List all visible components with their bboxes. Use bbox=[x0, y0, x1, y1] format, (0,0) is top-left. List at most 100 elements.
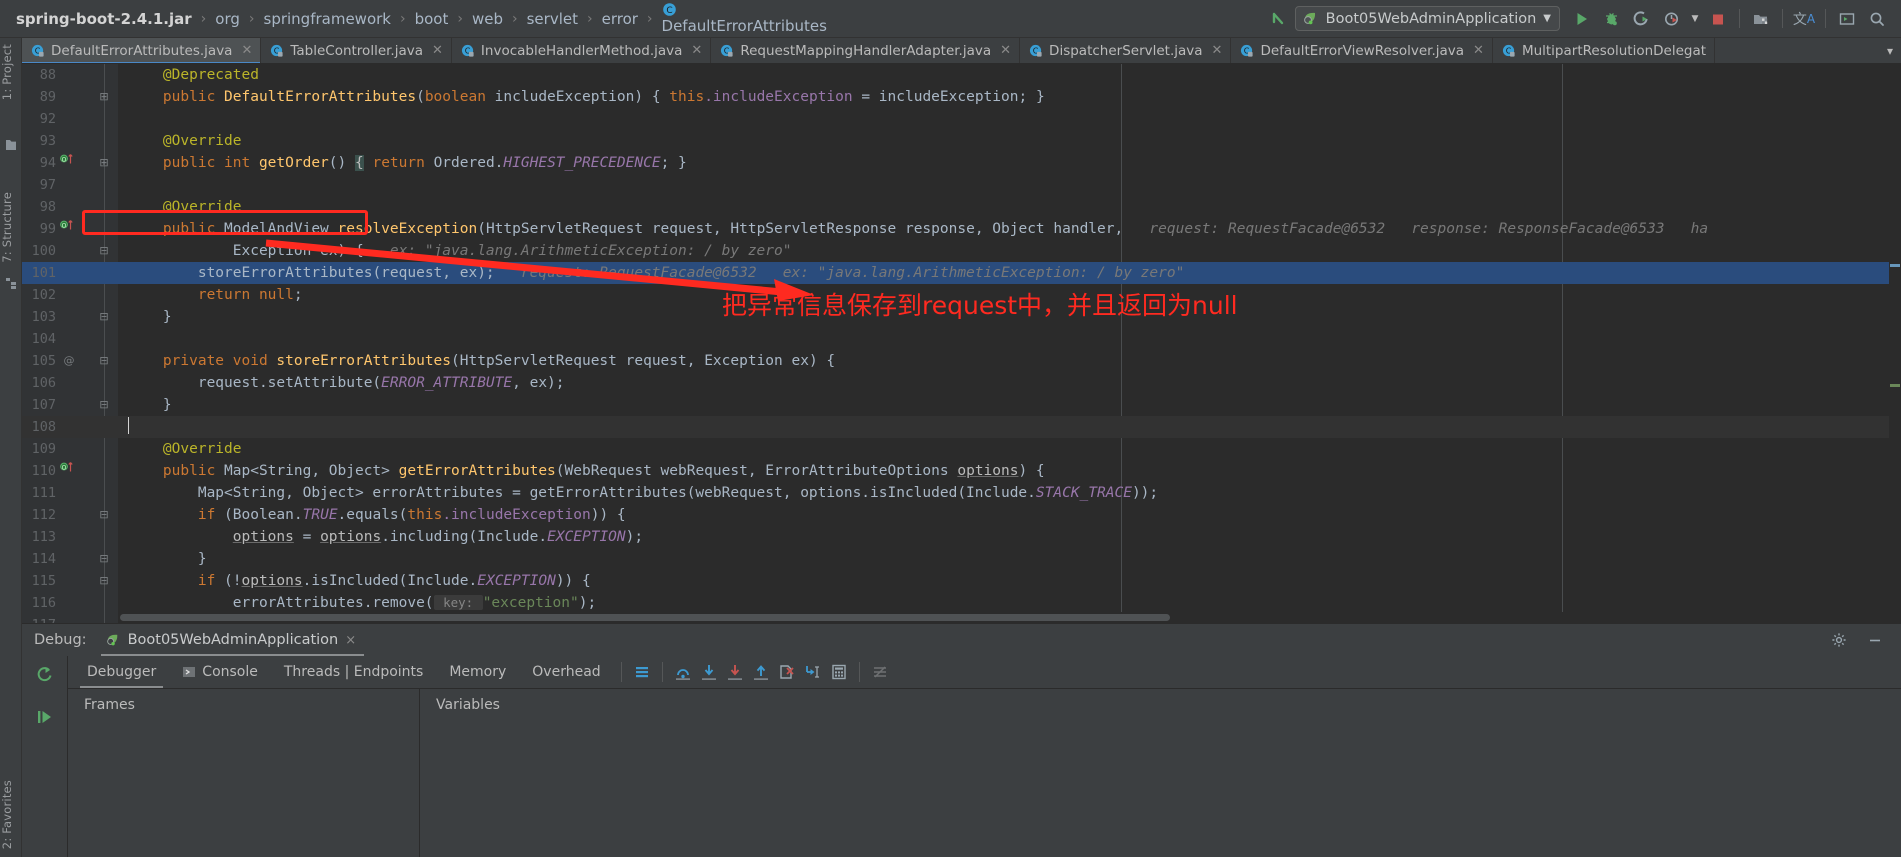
editor-tab-defaulterrorattributes-java[interactable]: C DefaultErrorAttributes.java ✕ bbox=[22, 38, 262, 63]
code-line[interactable] bbox=[118, 174, 1901, 196]
sidebar-item-project[interactable]: 1: Project bbox=[0, 42, 22, 102]
code-line[interactable] bbox=[118, 108, 1901, 130]
gutter-row[interactable]: 113 bbox=[22, 526, 118, 548]
gutter-row[interactable]: 112 ⊟ bbox=[22, 504, 118, 526]
code-line[interactable]: } bbox=[118, 548, 1901, 570]
resume-program-icon[interactable] bbox=[31, 704, 59, 730]
override-marker-icon[interactable]: O bbox=[60, 460, 78, 473]
breadcrumb-item-springframework[interactable]: springframework bbox=[262, 10, 393, 28]
code-line[interactable]: @Override bbox=[118, 438, 1901, 460]
chevron-down-icon[interactable]: ▼ bbox=[1543, 13, 1551, 24]
close-icon[interactable]: ✕ bbox=[1000, 43, 1011, 58]
code-line[interactable]: @Deprecated bbox=[118, 64, 1901, 86]
debug-tab-memory[interactable]: Memory bbox=[436, 656, 519, 688]
force-step-into-button[interactable] bbox=[722, 660, 748, 684]
run-to-cursor-button[interactable] bbox=[800, 660, 826, 684]
gutter-row[interactable]: 105 @ ⊟ bbox=[22, 350, 118, 372]
code-line[interactable] bbox=[118, 328, 1901, 350]
profiler-button[interactable] bbox=[1658, 6, 1686, 32]
close-icon[interactable]: ✕ bbox=[1212, 43, 1223, 58]
gutter-row[interactable]: 89 ⊞ bbox=[22, 86, 118, 108]
structure-icon[interactable] bbox=[4, 276, 18, 290]
code-line[interactable]: options = options.including(Include.EXCE… bbox=[118, 526, 1901, 548]
close-icon[interactable]: ✕ bbox=[1473, 43, 1484, 58]
debug-session-tab[interactable]: Boot05WebAdminApplication × bbox=[100, 625, 365, 656]
translate-icon[interactable]: 文A bbox=[1790, 6, 1818, 32]
code-line[interactable]: Exception ex) { ex: "java.lang.Arithmeti… bbox=[118, 240, 1901, 262]
sidebar-item-structure[interactable]: 7: Structure bbox=[0, 190, 22, 265]
debug-tab-threads-endpoints[interactable]: Threads | Endpoints bbox=[271, 656, 436, 688]
gutter-row[interactable]: 104 bbox=[22, 328, 118, 350]
code-fold-toggle[interactable]: ⊟ bbox=[96, 548, 112, 570]
gear-icon[interactable] bbox=[1825, 627, 1853, 653]
rerun-icon[interactable] bbox=[31, 662, 59, 688]
editor-horizontal-scrollbar[interactable] bbox=[118, 612, 1901, 623]
mute-breakpoints-button[interactable] bbox=[867, 660, 893, 684]
build-project-button[interactable] bbox=[1747, 6, 1775, 32]
breadcrumb-item-boot[interactable]: boot bbox=[413, 10, 451, 28]
code-fold-toggle[interactable]: ⊟ bbox=[96, 394, 112, 416]
editor-code-area[interactable]: @Deprecated public DefaultErrorAttribute… bbox=[118, 64, 1901, 623]
code-line[interactable]: } bbox=[118, 394, 1901, 416]
override-marker-icon[interactable]: O bbox=[60, 218, 78, 231]
breadcrumb-item-servlet[interactable]: servlet bbox=[525, 10, 580, 28]
show-execution-point-button[interactable] bbox=[629, 660, 655, 684]
gutter-row[interactable]: 107 ⊟ bbox=[22, 394, 118, 416]
frames-pane[interactable]: Frames bbox=[68, 689, 420, 857]
run-with-coverage-button[interactable] bbox=[1628, 6, 1656, 32]
code-line[interactable]: @Override bbox=[118, 130, 1901, 152]
editor-tab-multipartresolutiondelegat[interactable]: C MultipartResolutionDelegat bbox=[1492, 38, 1716, 63]
gutter-row[interactable]: 106 bbox=[22, 372, 118, 394]
debug-button[interactable] bbox=[1598, 6, 1626, 32]
code-line[interactable] bbox=[118, 416, 1901, 438]
gutter-row[interactable]: 116 bbox=[22, 592, 118, 614]
override-marker-icon[interactable]: O bbox=[60, 152, 78, 165]
code-fold-toggle[interactable]: ⊟ bbox=[96, 240, 112, 262]
editor-marker-bar[interactable] bbox=[1889, 64, 1901, 623]
debug-tab-console[interactable]: Console bbox=[169, 656, 271, 688]
code-line[interactable]: if (!options.isIncluded(Include.EXCEPTIO… bbox=[118, 570, 1901, 592]
gutter-row[interactable]: 103 ⊟ bbox=[22, 306, 118, 328]
code-fold-toggle[interactable]: ⊞ bbox=[96, 86, 112, 108]
run-button[interactable] bbox=[1568, 6, 1596, 32]
profiler-dropdown-chevron-down-icon[interactable]: ▼ bbox=[1688, 6, 1702, 32]
breadcrumb-item-spring-boot-2-4-1-jar[interactable]: spring-boot-2.4.1.jar bbox=[14, 10, 194, 28]
breadcrumb-item-defaulterrorattributes[interactable]: C DefaultErrorAttributes bbox=[660, 2, 829, 35]
editor-tab-tablecontroller-java[interactable]: C TableController.java ✕ bbox=[261, 38, 452, 63]
code-line[interactable]: errorAttributes.remove( key: "exception"… bbox=[118, 592, 1901, 614]
code-fold-toggle[interactable]: ⊟ bbox=[96, 306, 112, 328]
breadcrumb-item-web[interactable]: web bbox=[470, 10, 505, 28]
gutter-row[interactable]: 111 bbox=[22, 482, 118, 504]
debug-tab-overhead[interactable]: Overhead bbox=[519, 656, 613, 688]
sidebar-item-favorites[interactable]: 2: Favorites bbox=[0, 778, 22, 851]
minimize-icon[interactable] bbox=[1861, 627, 1889, 653]
step-over-button[interactable] bbox=[670, 660, 696, 684]
gutter-row[interactable]: 115 ⊟ bbox=[22, 570, 118, 592]
code-line[interactable]: public DefaultErrorAttributes(boolean in… bbox=[118, 86, 1901, 108]
usage-marker-icon[interactable]: @ bbox=[60, 350, 78, 372]
terminal-button[interactable] bbox=[1833, 6, 1861, 32]
gutter-row[interactable]: 92 bbox=[22, 108, 118, 130]
editor-tab-requestmappinghandleradapter-java[interactable]: C RequestMappingHandlerAdapter.java ✕ bbox=[711, 38, 1021, 63]
drop-frame-button[interactable] bbox=[774, 660, 800, 684]
code-fold-toggle[interactable]: ⊞ bbox=[96, 152, 112, 174]
code-line[interactable]: private void storeErrorAttributes(HttpSe… bbox=[118, 350, 1901, 372]
code-line[interactable]: storeErrorAttributes(request, ex); reque… bbox=[118, 262, 1901, 284]
breadcrumb-item-org[interactable]: org bbox=[213, 10, 242, 28]
breadcrumb-item-error[interactable]: error bbox=[600, 10, 640, 28]
gutter-row[interactable]: 101 bbox=[22, 262, 118, 284]
gutter-row[interactable]: 88 bbox=[22, 64, 118, 86]
code-line[interactable]: public ModelAndView resolveException(Htt… bbox=[118, 218, 1901, 240]
close-icon[interactable]: ✕ bbox=[691, 43, 702, 58]
gutter-row[interactable]: 100 ⊟ bbox=[22, 240, 118, 262]
code-line[interactable]: request.setAttribute(ERROR_ATTRIBUTE, ex… bbox=[118, 372, 1901, 394]
editor-tab-defaulterrorviewresolver-java[interactable]: C DefaultErrorViewResolver.java ✕ bbox=[1231, 38, 1493, 63]
gutter-row[interactable]: 93 bbox=[22, 130, 118, 152]
gutter-row[interactable]: 114 ⊟ bbox=[22, 548, 118, 570]
bookmarks-icon[interactable] bbox=[4, 138, 18, 152]
code-line[interactable]: public Map<String, Object> getErrorAttri… bbox=[118, 460, 1901, 482]
gutter-row[interactable]: 109 bbox=[22, 438, 118, 460]
code-fold-toggle[interactable]: ⊟ bbox=[96, 350, 112, 372]
gutter-row[interactable]: 94 O ⊞ bbox=[22, 152, 118, 174]
stop-button[interactable] bbox=[1704, 6, 1732, 32]
